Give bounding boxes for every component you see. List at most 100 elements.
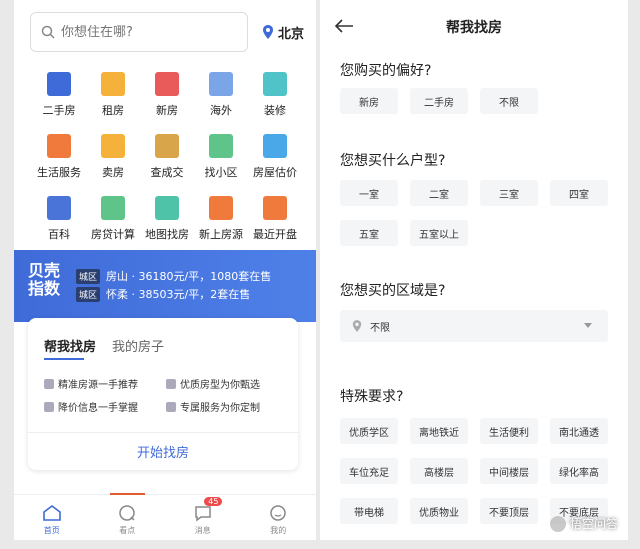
banner-text: 怀柔 · 38503元/平，2套在售 — [106, 288, 251, 301]
location-pin-icon — [262, 25, 273, 39]
grid-item[interactable]: 新上房源 — [194, 196, 248, 242]
nav-header: 帮我找房 — [320, 0, 628, 54]
grid-item[interactable]: 海外 — [194, 72, 248, 118]
chevron-down-icon — [584, 323, 592, 328]
calculator-icon — [101, 196, 125, 220]
grid-item[interactable]: 查成交 — [140, 134, 194, 180]
question-region: 您想买的区域是? — [340, 283, 446, 299]
grid-item[interactable]: 房贷计算 — [86, 196, 140, 242]
thumbs-up-icon — [44, 378, 54, 389]
search-row: 北京 — [30, 10, 304, 54]
grid-item-label: 新房 — [156, 104, 178, 117]
option-chip[interactable]: 新房 — [340, 88, 398, 114]
feature-label: 降价信息一手掌握 — [58, 403, 138, 414]
tab-label: 看点 — [119, 526, 136, 535]
new-listing-icon — [209, 196, 233, 220]
region-select[interactable]: 不限 — [340, 310, 608, 342]
tab-label: 消息 — [194, 526, 211, 535]
option-chip[interactable]: 中间楼层 — [480, 458, 538, 484]
option-chip[interactable]: 车位充足 — [340, 458, 398, 484]
option-chip[interactable]: 优质物业 — [410, 498, 468, 524]
feature-label: 精准房源一手推荐 — [58, 380, 138, 391]
option-chip[interactable]: 优质学区 — [340, 418, 398, 444]
start-search-button[interactable]: 开始找房 — [28, 432, 298, 470]
grid-item[interactable]: 最近开盘 — [248, 196, 302, 242]
option-chip[interactable]: 三室 — [480, 180, 538, 206]
card-tabs: 帮我找房 我的房子 — [44, 336, 180, 355]
grid-item[interactable]: 找小区 — [194, 134, 248, 180]
room-type-options: 一室 二室 三室 四室五室 五室以上 — [340, 180, 628, 260]
door-icon — [101, 72, 125, 96]
grid-item[interactable]: 地图找房 — [140, 196, 194, 242]
grid-item-label: 新上房源 — [199, 228, 243, 241]
banner-row: 城区 房山 · 36180元/平，1080套在售 — [76, 268, 271, 284]
grid-item[interactable]: 卖房 — [86, 134, 140, 180]
price-drop-icon — [44, 401, 54, 412]
grid-item[interactable]: 房屋估价 — [248, 134, 302, 180]
option-chip[interactable]: 二手房 — [410, 88, 468, 114]
tab-discover[interactable]: 看点 — [90, 493, 166, 540]
option-chip[interactable]: 生活便利 — [480, 418, 538, 444]
option-chip[interactable]: 不限 — [480, 88, 538, 114]
grid-item-label: 租房 — [102, 104, 124, 117]
grid-item[interactable]: 生活服务 — [32, 134, 86, 180]
tab-label: 首页 — [43, 526, 60, 535]
tab-label: 我的 — [270, 526, 287, 535]
question-room-type: 您想买什么户型? — [340, 153, 446, 169]
watermark-text: 悟空问答 — [569, 517, 618, 531]
feature-item: 专属服务为你定制 — [166, 399, 288, 414]
tab-home[interactable]: 首页 — [14, 495, 90, 540]
map-pin-icon — [155, 196, 179, 220]
city-selector[interactable]: 北京 — [262, 23, 304, 42]
feature-label: 专属服务为你定制 — [180, 403, 260, 414]
option-chip[interactable]: 南北通透 — [550, 418, 608, 444]
beike-index-banner[interactable]: 贝壳指数 城区 房山 · 36180元/平，1080套在售 城区 怀柔 · 38… — [14, 250, 316, 322]
tab-messages[interactable]: 45 消息 — [165, 495, 241, 540]
banner-brand: 贝壳指数 — [28, 261, 61, 298]
grid-item[interactable]: 装修 — [248, 72, 302, 118]
page-title: 帮我找房 — [446, 20, 502, 36]
banner-text: 房山 · 36180元/平，1080套在售 — [106, 270, 272, 283]
option-chip[interactable]: 五室 — [340, 220, 398, 246]
book-icon — [47, 196, 71, 220]
question-preference: 您购买的偏好? — [340, 63, 432, 79]
grid-item-label: 房屋估价 — [253, 166, 297, 179]
tab-find-house[interactable]: 帮我找房 — [44, 336, 96, 355]
grid-item-label: 生活服务 — [37, 166, 81, 179]
screenshot-stage: 北京 二手房租房新房海外装修生活服务卖房查成交找小区房屋估价百科房贷计算地图找房… — [0, 0, 640, 549]
find-house-card: 帮我找房 我的房子 精准房源一手推荐 优质房型为你甄选 降价信息一手掌握 专属服… — [28, 318, 298, 470]
community-icon — [209, 134, 233, 158]
profile-icon — [270, 505, 286, 521]
active-indicator — [109, 493, 145, 495]
house-icon — [47, 72, 71, 96]
option-chip[interactable]: 绿化率高 — [550, 458, 608, 484]
watermark-logo-icon — [549, 515, 566, 532]
sale-icon — [263, 196, 287, 220]
truck-icon — [47, 134, 71, 158]
option-chip[interactable]: 离地铁近 — [410, 418, 468, 444]
option-chip[interactable]: 五室以上 — [410, 220, 468, 246]
grid-item[interactable]: 百科 — [32, 196, 86, 242]
message-badge: 45 — [204, 497, 223, 506]
grid-item[interactable]: 二手房 — [32, 72, 86, 118]
back-arrow-icon[interactable] — [334, 18, 354, 34]
search-input[interactable] — [61, 24, 211, 40]
grid-item[interactable]: 新房 — [140, 72, 194, 118]
building-icon — [155, 72, 179, 96]
option-chip[interactable]: 带电梯 — [340, 498, 398, 524]
option-chip[interactable]: 一室 — [340, 180, 398, 206]
option-chip[interactable]: 四室 — [550, 180, 608, 206]
option-chip[interactable]: 二室 — [410, 180, 468, 206]
banner-tag: 城区 — [76, 286, 101, 302]
search-box[interactable] — [30, 12, 248, 52]
option-chip[interactable]: 不要顶层 — [480, 498, 538, 524]
option-chip[interactable]: 高楼层 — [410, 458, 468, 484]
tab-my-house[interactable]: 我的房子 — [112, 336, 164, 355]
grid-item-label: 海外 — [210, 104, 232, 117]
location-pin-icon — [352, 320, 362, 332]
watermark: 悟空问答 — [549, 515, 618, 532]
tab-profile[interactable]: 我的 — [241, 495, 317, 540]
feature-item: 优质房型为你甄选 — [166, 376, 288, 391]
grid-item[interactable]: 租房 — [86, 72, 140, 118]
grid-item-label: 装修 — [264, 104, 286, 117]
